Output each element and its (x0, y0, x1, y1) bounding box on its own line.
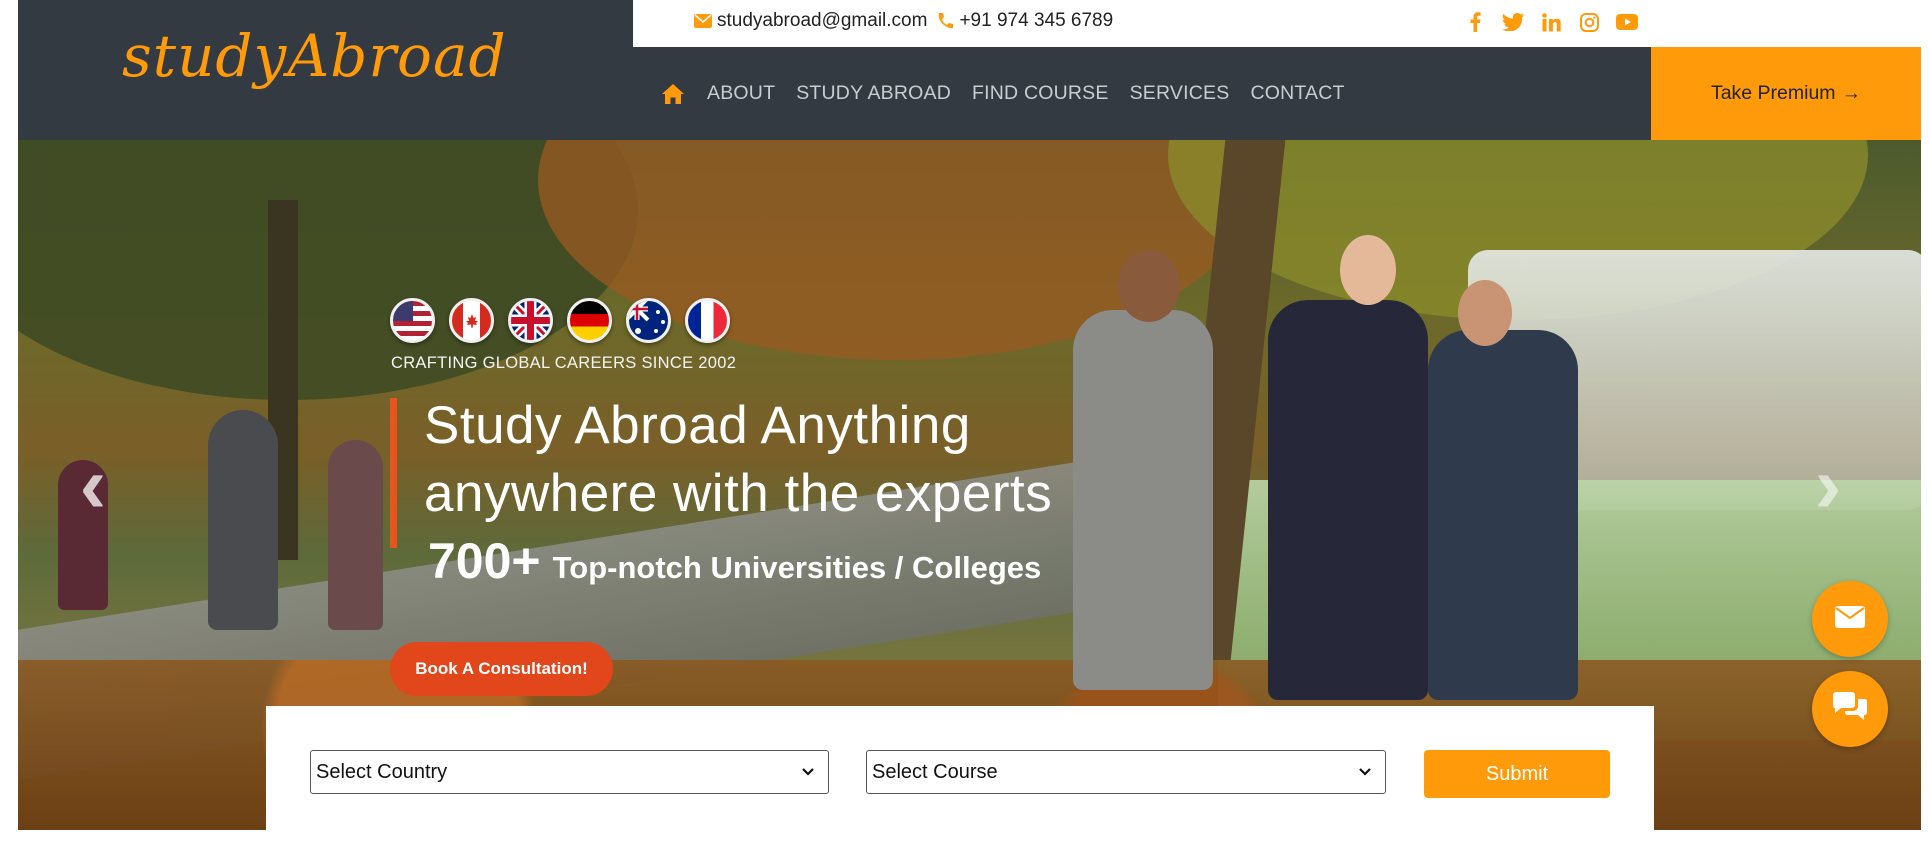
chat-bubbles-icon (1831, 691, 1869, 727)
header-logo-area: studyAbroad (18, 0, 633, 140)
home-icon[interactable] (661, 81, 687, 107)
course-select[interactable]: Select Course (866, 750, 1386, 794)
submit-button[interactable]: Submit (1424, 750, 1610, 798)
hero-tagline: CRAFTING GLOBAL CAREERS SINCE 2002 (391, 354, 737, 372)
contact-email[interactable]: studyabroad@gmail.com (717, 10, 927, 32)
facebook-icon[interactable] (1463, 10, 1487, 34)
hero-headline-line1: Study Abroad Anything (424, 396, 971, 455)
main-navbar: ABOUT STUDY ABROAD FIND COURSE SERVICES … (633, 47, 1651, 140)
floating-email-button[interactable] (1812, 581, 1888, 657)
chevron-down-icon (1355, 761, 1375, 781)
contact-info: studyabroad@gmail.com +91 974 345 6789 (693, 10, 1113, 32)
country-select-value: Select Country (316, 760, 448, 783)
germany-flag-icon (567, 298, 612, 343)
envelope-icon (693, 11, 713, 31)
top-contact-bar: studyabroad@gmail.com +91 974 345 6789 (633, 0, 1930, 47)
social-links (1463, 10, 1639, 34)
nav-item-about[interactable]: ABOUT (707, 82, 775, 105)
university-count: 700+ (428, 533, 541, 589)
hero-headline: Study Abroad Anything anywhere with the … (424, 392, 1052, 528)
carousel-prev-chevron-icon[interactable]: ‹ (68, 445, 118, 525)
phone-icon (935, 11, 955, 31)
hero-subheadline: 700+ Top-notch Universities / Colleges (428, 532, 1041, 590)
twitter-icon[interactable] (1501, 10, 1525, 34)
nav-item-contact[interactable]: CONTACT (1250, 82, 1344, 105)
carousel-next-chevron-icon[interactable]: › (1803, 445, 1853, 525)
student-head (1118, 250, 1180, 322)
linkedin-icon[interactable] (1539, 10, 1563, 34)
university-count-text: Top-notch Universities / Colleges (552, 550, 1042, 585)
student-figure (1268, 300, 1428, 700)
france-flag-icon (685, 298, 730, 343)
student-figure (1073, 310, 1213, 690)
nav-item-find-course[interactable]: FIND COURSE (972, 82, 1109, 105)
hero-headline-line2: anywhere with the experts (424, 464, 1053, 523)
contact-phone[interactable]: +91 974 345 6789 (959, 10, 1113, 32)
uk-flag-icon (508, 298, 553, 343)
instagram-icon[interactable] (1577, 10, 1601, 34)
nav-item-study-abroad[interactable]: STUDY ABROAD (796, 82, 951, 105)
nav-item-services[interactable]: SERVICES (1130, 82, 1230, 105)
student-figure (328, 440, 383, 630)
youtube-icon[interactable] (1615, 10, 1639, 34)
student-head (1458, 280, 1512, 346)
arrow-right-icon: → (1841, 82, 1862, 104)
book-consultation-button[interactable]: Book A Consultation! (390, 642, 613, 696)
course-search-panel: Select Country Select Course Submit (266, 706, 1654, 842)
envelope-icon (1835, 605, 1865, 633)
student-figure (208, 410, 278, 630)
country-select[interactable]: Select Country (310, 750, 829, 794)
site-logo[interactable]: studyAbroad (122, 22, 507, 90)
australia-flag-icon (626, 298, 671, 343)
take-premium-button[interactable]: Take Premium → (1651, 47, 1921, 140)
take-premium-label: Take Premium (1710, 82, 1836, 104)
usa-flag-icon (390, 298, 435, 343)
country-flags (390, 298, 730, 343)
course-select-value: Select Course (872, 760, 998, 783)
canada-flag-icon (449, 298, 494, 343)
student-head (1340, 235, 1396, 305)
chevron-down-icon (798, 761, 818, 781)
student-figure (1428, 330, 1578, 700)
floating-chat-button[interactable] (1812, 671, 1888, 747)
headline-accent-bar (390, 398, 397, 548)
